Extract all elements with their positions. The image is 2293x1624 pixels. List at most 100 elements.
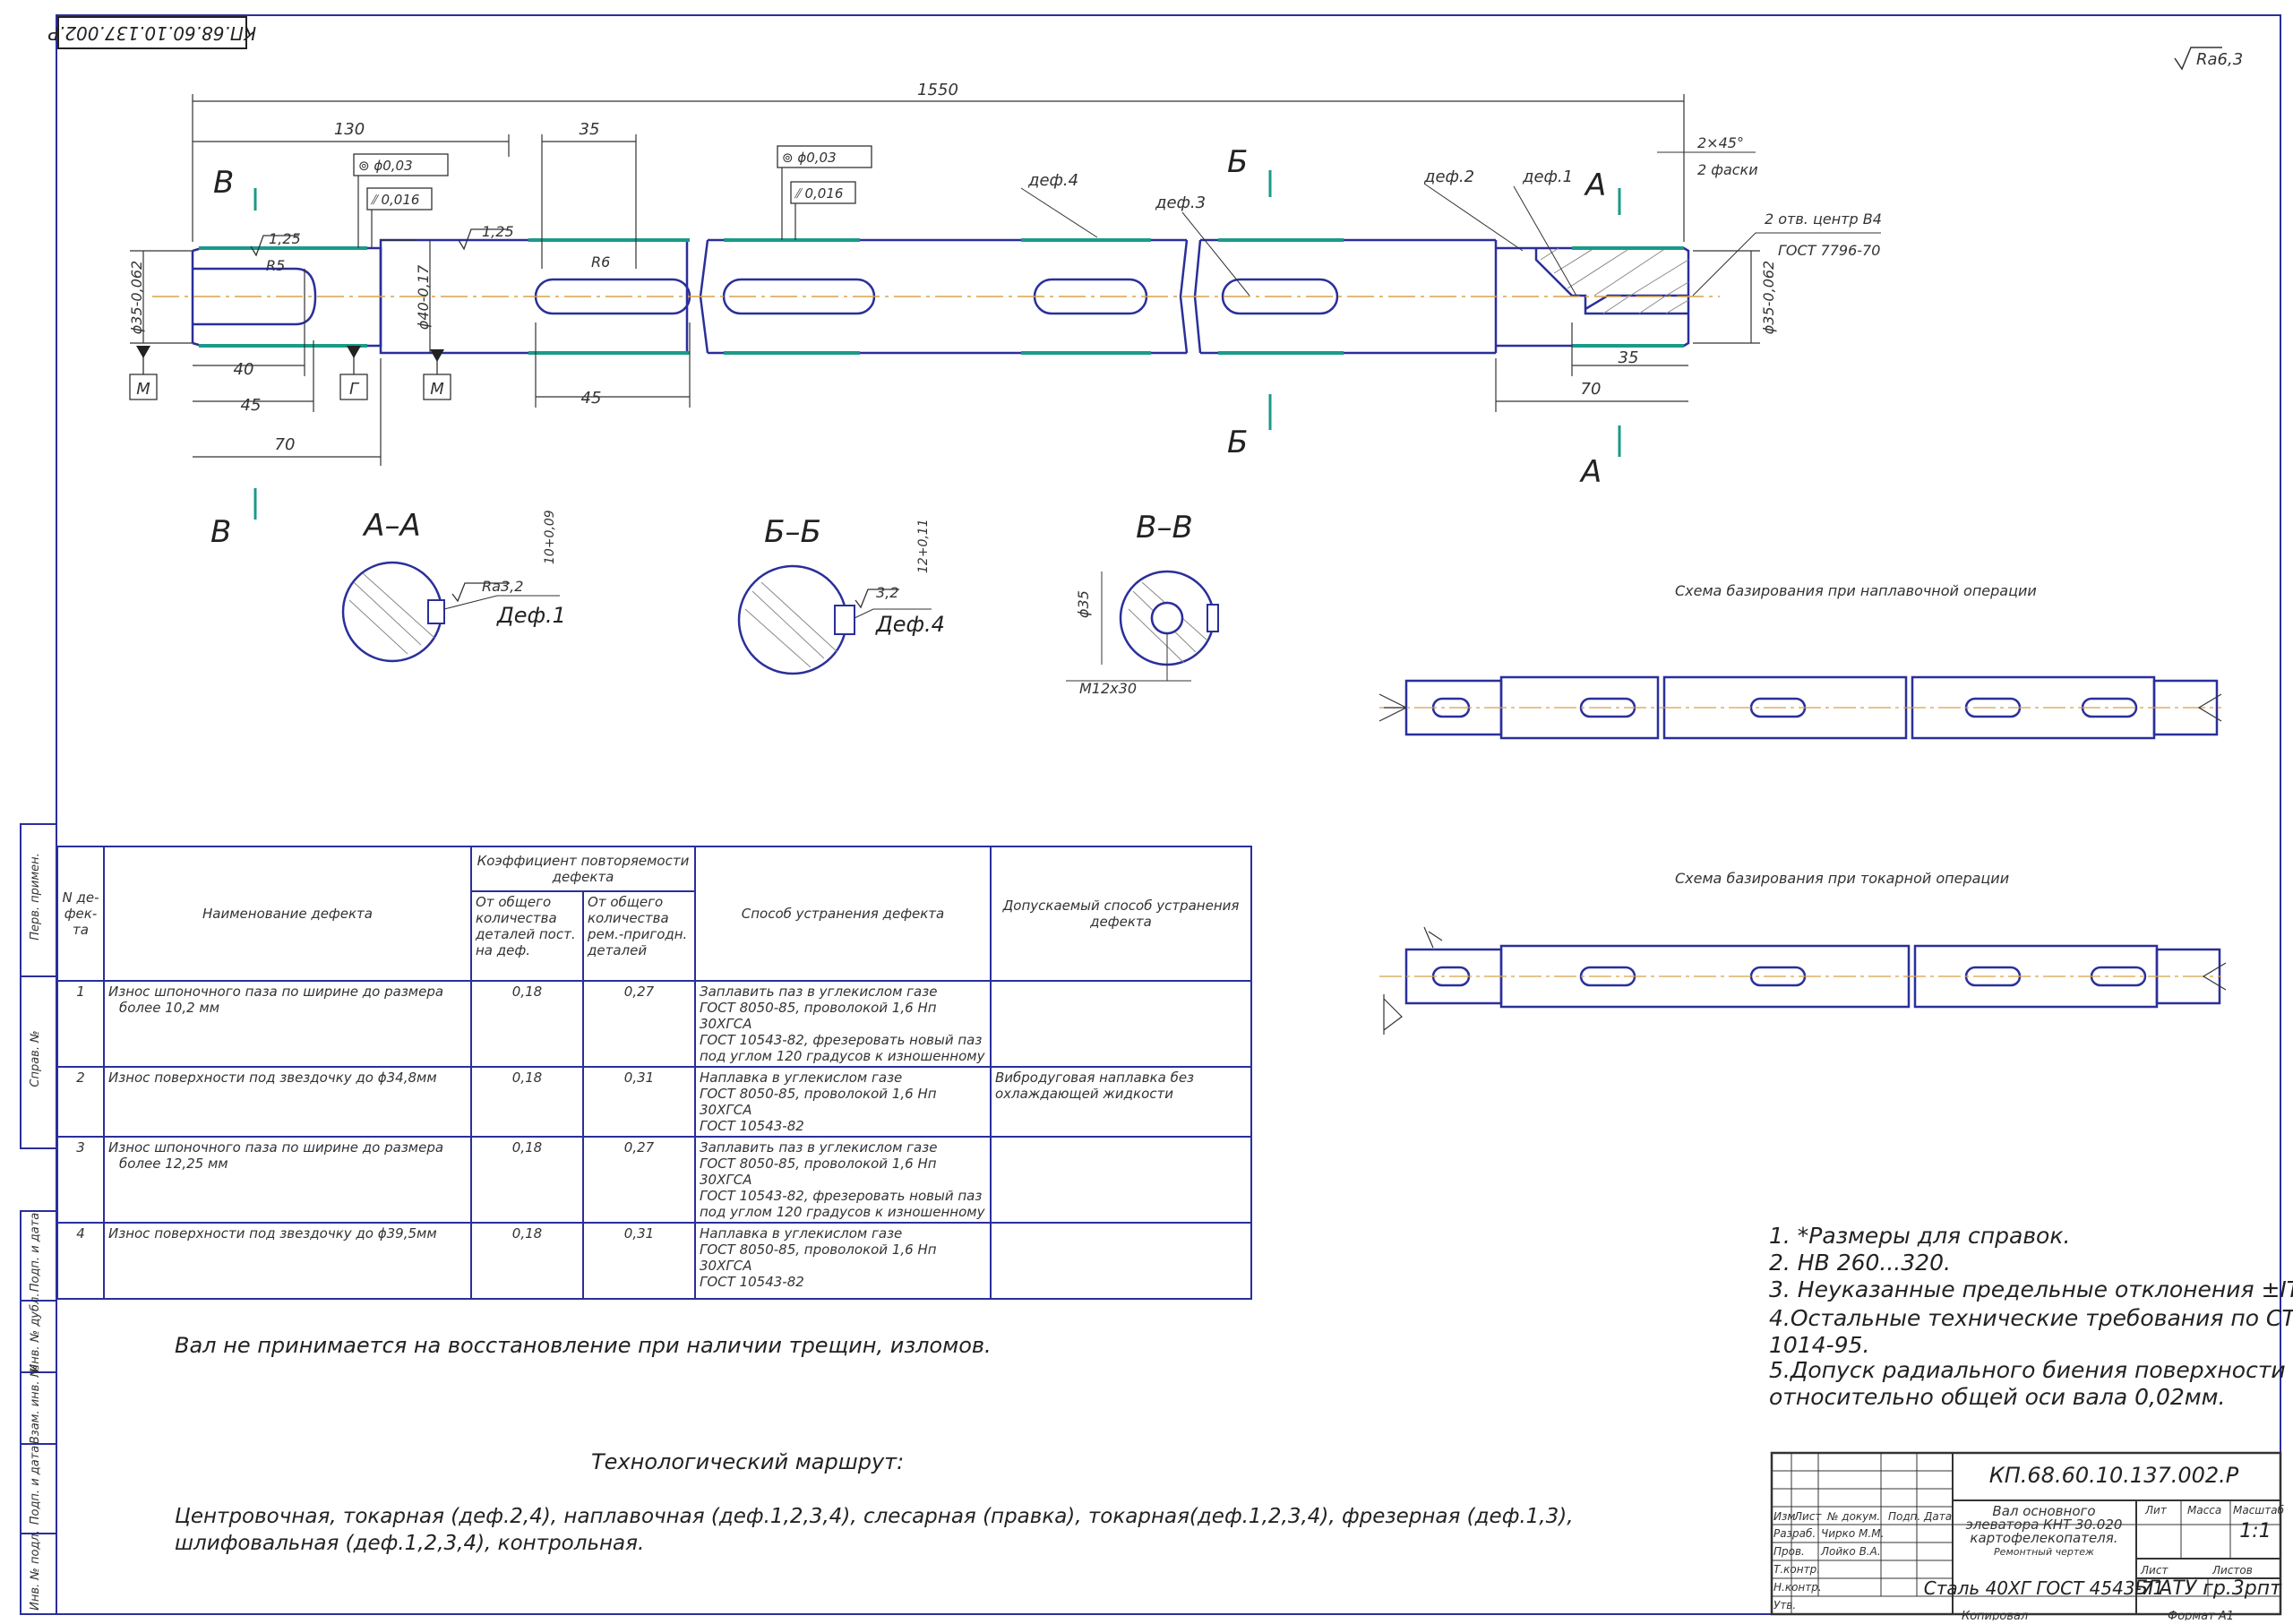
req-3: 3. Неуказанные предельные отклонения ±IT…: [1769, 1276, 2293, 1302]
table-row: 4 Износ поверхности под звездочку до ϕ39…: [56, 1222, 1252, 1300]
tb-utv: Утв.: [1773, 1599, 1796, 1611]
dim-70-right: 70: [1581, 380, 1602, 399]
tb-scale: 1:1: [2239, 1520, 2271, 1542]
stamp-top: КП.68.60.10.137.002.Р: [47, 22, 256, 44]
sidebar-sprav: Справ. №: [29, 1030, 42, 1087]
tb-prov: Пров.: [1773, 1545, 1805, 1558]
dim-dia-mid: ϕ40-0,17: [415, 264, 432, 330]
roughness-general: Ra6,3: [2196, 50, 2243, 69]
section-b-top: Б: [1227, 144, 1248, 180]
tol-parallel-2: ⫽ 0,016: [794, 185, 843, 202]
section-vv: ϕ35 М12х30: [1066, 570, 1219, 697]
tb-nkontr: Н.контр.: [1773, 1581, 1822, 1594]
bb-rough: 3,2: [876, 584, 898, 601]
defects-table: N де-фек-та Наименование дефекта Коэффиц…: [56, 846, 1252, 1300]
th-num: N де-фек-та: [56, 846, 105, 982]
note-reject: Вал не принимается на восстановление при…: [175, 1333, 992, 1358]
dim-35-top: 35: [580, 120, 600, 139]
base-g: Г: [349, 380, 360, 399]
vv-dia: ϕ35: [1075, 590, 1092, 618]
label-def1: деф.1: [1522, 168, 1573, 186]
route-line1: Центровочная, токарная (деф.2,4), наплав…: [175, 1505, 1574, 1528]
tb-razrab: Разраб.: [1773, 1527, 1816, 1540]
section-a-bottom: А: [1579, 454, 1602, 490]
tb-prov-name: Лойко В.А.: [1820, 1545, 1881, 1558]
label-def3: деф.3: [1155, 193, 1206, 212]
table-row: 2 Износ поверхности под звездочку до ϕ34…: [56, 1066, 1252, 1138]
th-coef-a: От общего количества деталей пост. на де…: [470, 890, 584, 982]
tb-name4: Ремонтный чертеж: [1994, 1546, 2094, 1558]
section-bb-title: Б–Б: [764, 514, 821, 550]
section-v-bottom: В: [210, 514, 231, 550]
dim-70-left: 70: [275, 435, 296, 454]
dim-35-right: 35: [1619, 348, 1639, 367]
scheme-surfacing-title: Схема базирования при наплавочной операц…: [1675, 582, 2037, 599]
tb-list: Лист: [2140, 1564, 2168, 1577]
tb-razrab-name: Чирко М.М.: [1821, 1527, 1884, 1540]
tb-podp: Подп.: [1888, 1510, 1920, 1523]
tb-list-col: Лист: [1793, 1510, 1822, 1523]
drawing-sheet: КП.68.60.10.137.002.Р Ra6,3 1550 130 35 …: [0, 0, 2293, 1623]
section-b-bottom: Б: [1227, 425, 1248, 460]
dim-45-left: 45: [241, 396, 262, 415]
req-2: 2. НВ 260...320.: [1769, 1250, 1951, 1276]
dim-45-mid: 45: [581, 389, 602, 408]
req-5a: 5.Допуск радиального биения поверхности: [1769, 1357, 2286, 1383]
section-aa-title: А–А: [362, 508, 421, 544]
section-v-top: В: [213, 165, 234, 201]
th-coef: Коэффициент повторяемости дефекта: [470, 846, 696, 892]
sidebar-podp1: Подп. и дата: [29, 1213, 42, 1293]
th-coef-b: От общего количества рем.-пригодн. детал…: [582, 890, 696, 982]
bb-dim: 12+0,11: [916, 519, 931, 573]
tol-runout-2: ⊚ ϕ0,03: [782, 150, 837, 166]
scheme-turning: [1379, 926, 2227, 1035]
section-vv-title: В–В: [1136, 510, 1193, 546]
label-r5: R5: [266, 257, 285, 274]
dim-130: 130: [334, 120, 365, 139]
tb-izm: Изм: [1773, 1510, 1795, 1523]
th-method: Способ устранения дефекта: [694, 846, 992, 982]
tol-runout-1: ⊚ ϕ0,03: [358, 158, 413, 174]
tb-ndok: № докум.: [1826, 1510, 1880, 1523]
table-row: 3 Износ шпоночного паза по ширине до раз…: [56, 1136, 1252, 1224]
req-4b: 1014-95.: [1769, 1332, 1870, 1358]
sidebar-vzam: Взам. инв. №: [29, 1365, 42, 1444]
centers-gost: ГОСТ 7796-70: [1778, 242, 1880, 259]
tb-code: КП.68.60.10.137.002.Р: [1989, 1463, 2239, 1488]
aa-def: Деф.1: [496, 603, 566, 628]
req-5b: относительно общей оси вала 0,02мм.: [1769, 1384, 2226, 1410]
route-line2: шлифовальная (деф.1,2,3,4), контрольная.: [175, 1532, 645, 1555]
route-title: Технологический маршрут:: [591, 1449, 905, 1474]
dim-dia-right: ϕ35-0,062: [1760, 261, 1777, 335]
section-a-top: А: [1584, 168, 1606, 203]
dim-40: 40: [234, 360, 254, 379]
aa-dim: 10+0,09: [543, 510, 557, 564]
tb-tkontr: Т.контр.: [1773, 1563, 1820, 1576]
th-name: Наименование дефекта: [103, 846, 472, 982]
sidebar-podp2: Подп. и дата: [29, 1446, 42, 1525]
tb-data: Дата: [1923, 1510, 1952, 1523]
tb-masshtab: Масштаб: [2233, 1504, 2285, 1517]
label-r6: R6: [591, 253, 610, 271]
dim-dia-left: ϕ35-0,062: [128, 261, 145, 335]
chamfer-dim: 2×45°: [1697, 134, 1744, 151]
base-m2: М: [430, 380, 444, 399]
sidebar-inv-dubl: Инв. № дубл.: [29, 1293, 42, 1373]
sidebar-perv: Перв. примен.: [29, 853, 42, 941]
table-row: 1 Износ шпоночного паза по ширине до раз…: [56, 980, 1252, 1068]
rough-125b: 1,25: [482, 223, 514, 240]
bb-def: Деф.4: [875, 612, 945, 637]
vv-thread: М12х30: [1079, 680, 1137, 697]
tb-material: Сталь 40ХГ ГОСТ 4543-71: [1924, 1577, 2164, 1599]
tb-lit: Лит: [2144, 1504, 2168, 1517]
tb-name3: картофелекопателя.: [1970, 1530, 2117, 1546]
label-def4: деф.4: [1027, 171, 1078, 190]
req-1: 1. *Размеры для справок.: [1769, 1223, 2071, 1249]
scheme-surfacing: [1378, 675, 2222, 740]
aa-rough: Ra3,2: [482, 578, 523, 595]
scheme-turning-title: Схема базирования при токарной операции: [1675, 870, 2009, 887]
tb-massa: Масса: [2187, 1504, 2221, 1517]
th-allowed: Допускаемый способ устранения дефекта: [990, 846, 1252, 982]
tb-org: БГАТУ гр.3рпт: [2134, 1577, 2282, 1600]
sidebar-inv-podl: Инв. № подл.: [29, 1530, 42, 1611]
